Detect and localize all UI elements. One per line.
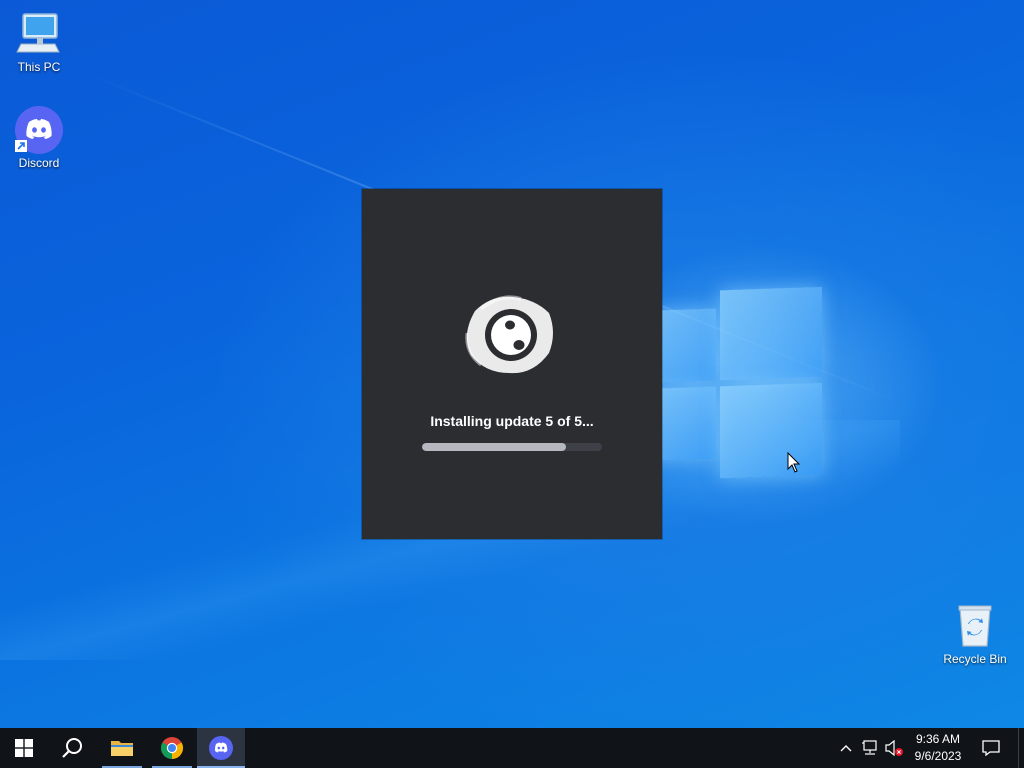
discord-taskbar-button[interactable] <box>197 728 245 768</box>
clock-date: 9/6/2023 <box>914 749 962 763</box>
update-progress-fill <box>422 443 566 451</box>
file-explorer-button[interactable] <box>98 728 146 768</box>
discord-icon <box>15 106 63 154</box>
chevron-up-icon <box>840 745 852 752</box>
clock-time: 9:36 AM <box>915 732 961 746</box>
chrome-button[interactable] <box>148 728 196 768</box>
chrome-icon <box>161 737 183 759</box>
volume-muted-icon <box>885 740 903 756</box>
discord-updater-logo-icon <box>461 293 557 377</box>
folder-icon <box>111 741 133 756</box>
desktop-icon-recycle-bin[interactable]: Recycle Bin <box>937 602 1013 666</box>
mouse-cursor-icon <box>787 451 801 474</box>
windows-start-icon <box>15 739 33 757</box>
search-icon <box>62 738 82 758</box>
desktop-icon-label: This PC <box>17 60 61 74</box>
discord-icon <box>209 736 233 760</box>
recycle-bin-icon <box>951 602 999 650</box>
volume-button[interactable] <box>884 738 904 758</box>
search-button[interactable] <box>48 728 96 768</box>
show-hidden-icons-button[interactable] <box>836 738 856 758</box>
this-pc-icon <box>15 10 63 58</box>
update-status-text: Installing update 5 of 5... <box>430 413 594 429</box>
action-center-button[interactable] <box>976 728 1006 768</box>
desktop-icon-label: Recycle Bin <box>943 652 1007 666</box>
desktop-icon-this-pc[interactable]: This PC <box>1 10 77 74</box>
notification-icon <box>982 740 1000 756</box>
desktop-icon-discord[interactable]: Discord <box>1 106 77 170</box>
show-desktop-button[interactable] <box>1018 728 1024 768</box>
clock[interactable]: 9:36 AM 9/6/2023 <box>906 731 970 765</box>
update-progress-bar <box>422 443 602 451</box>
network-icon <box>862 740 877 755</box>
desktop-icon-label: Discord <box>18 156 60 170</box>
start-button[interactable] <box>0 728 48 768</box>
desktop[interactable]: This PC Discord Recycle Bin Installing u… <box>0 0 1024 728</box>
taskbar: 9:36 AM 9/6/2023 <box>0 728 1024 768</box>
network-button[interactable] <box>860 738 880 758</box>
